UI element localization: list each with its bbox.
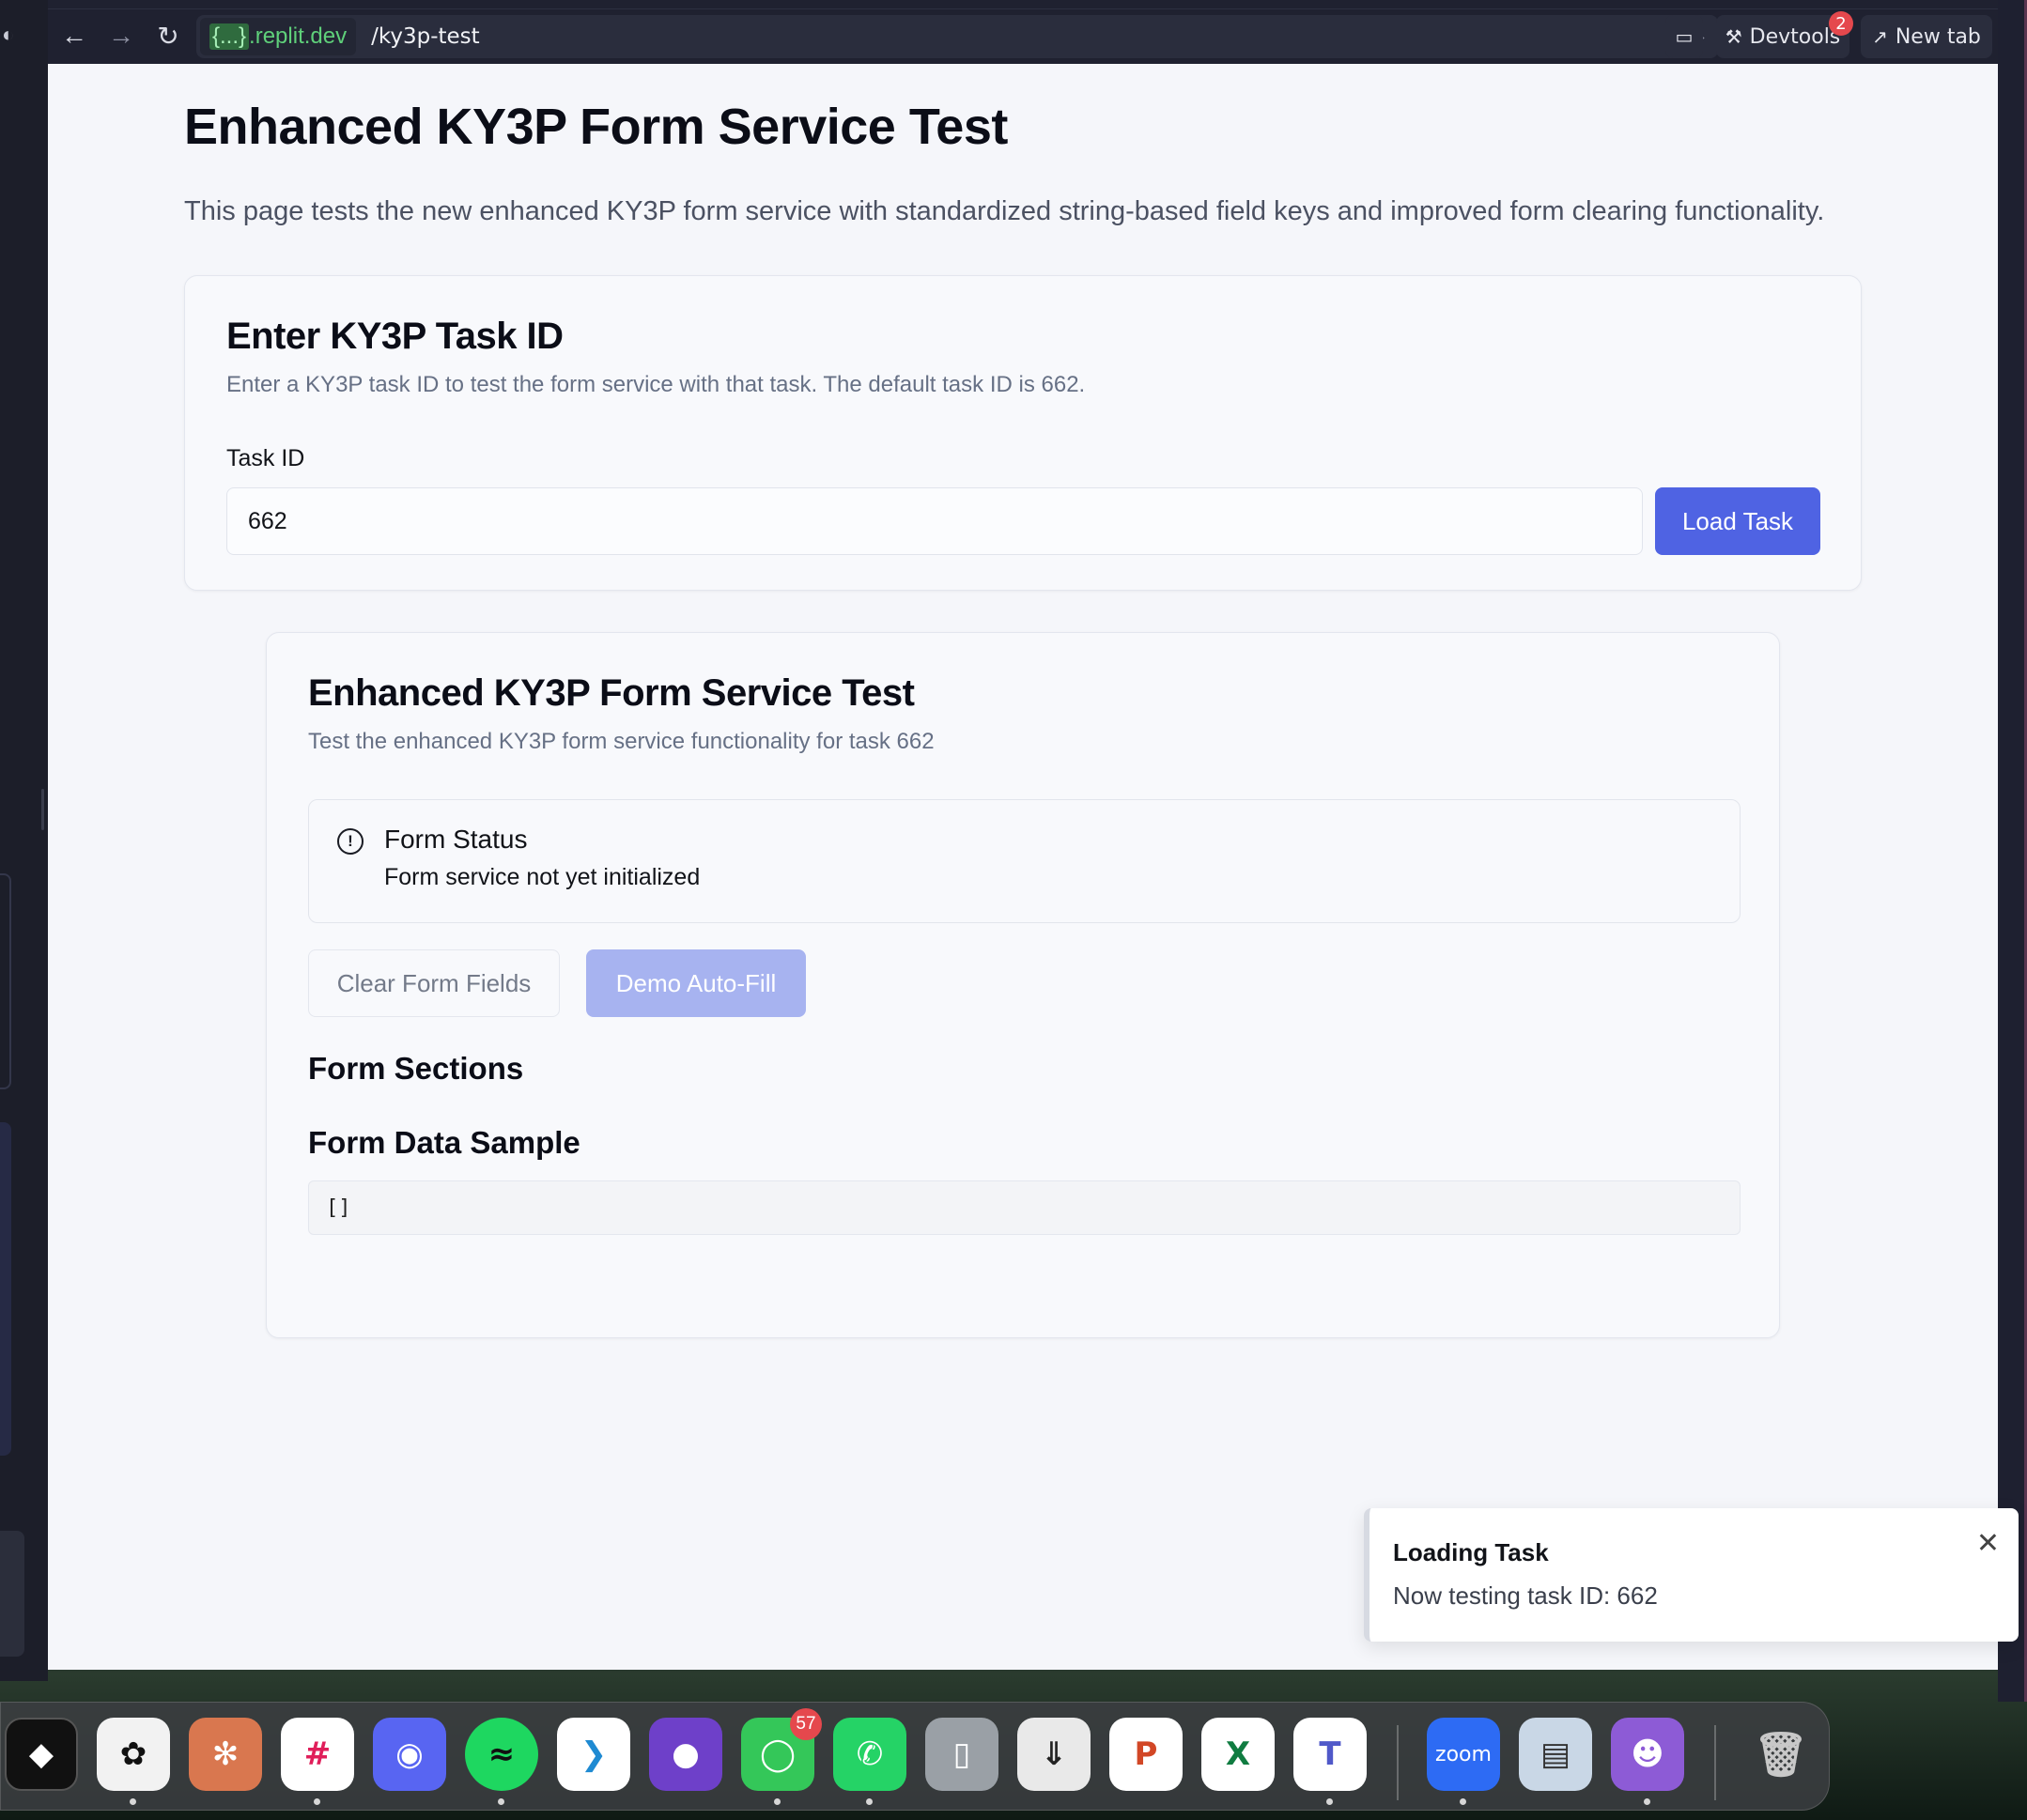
page-description: This page tests the new enhanced KY3P fo…: [184, 196, 1825, 226]
url-host: {...} .replit.dev: [200, 18, 357, 55]
url-host-brace: {...}: [209, 23, 250, 50]
resize-handle[interactable]: [41, 789, 44, 830]
arrow-left-icon: ←: [61, 21, 87, 50]
running-indicator: [130, 1798, 136, 1805]
external-link-icon: ↗: [1872, 25, 1888, 48]
side-panel: [0, 1531, 24, 1657]
task-id-label: Task ID: [226, 445, 305, 471]
dock-separator: [1714, 1725, 1716, 1800]
task-id-card: Enter KY3P Task ID Enter a KY3P task ID …: [184, 275, 1862, 591]
running-indicator: [1326, 1798, 1333, 1805]
new-tab-label: New tab: [1895, 24, 1981, 49]
excel-icon[interactable]: X: [1201, 1718, 1275, 1791]
running-indicator: [1644, 1798, 1650, 1805]
side-panel: [0, 873, 11, 1089]
vscode-icon[interactable]: ❯: [557, 1718, 630, 1791]
demo-autofill-button[interactable]: Demo Auto-Fill: [586, 949, 806, 1017]
running-indicator: [866, 1798, 873, 1805]
loading-task-toast: Loading Task Now testing task ID: 662 ✕: [1364, 1508, 2019, 1642]
test-card-subtitle: Test the enhanced KY3P form service func…: [308, 729, 935, 754]
clear-form-fields-button[interactable]: Clear Form Fields: [308, 949, 560, 1017]
devtools-button[interactable]: ⚒ Devtools 2: [1716, 11, 1853, 58]
test-card-title: Enhanced KY3P Form Service Test: [308, 672, 915, 714]
toast-message: Now testing task ID: 662: [1393, 1581, 1658, 1610]
gauge-icon: ◐: [2, 23, 15, 46]
cursor-app-icon[interactable]: ◆: [5, 1718, 78, 1791]
running-indicator: [774, 1798, 781, 1805]
device-preview-button[interactable]: ▭: [1665, 15, 1703, 58]
close-icon[interactable]: ✕: [1976, 1527, 2000, 1560]
form-data-sample-heading: Form Data Sample: [308, 1125, 580, 1160]
form-status-title: Form Status: [384, 825, 528, 854]
preview-icon[interactable]: ▤: [1519, 1718, 1592, 1791]
robot-app-icon[interactable]: ☻: [1611, 1718, 1684, 1791]
url-host-domain: .replit.dev: [249, 23, 348, 49]
messages-badge: 57: [790, 1708, 822, 1740]
zoom-label: zoom: [1435, 1742, 1492, 1766]
running-indicator: [1460, 1798, 1466, 1805]
side-panel: [0, 1122, 11, 1456]
task-id-input[interactable]: 662: [226, 487, 1643, 555]
monitor-icon: ▭: [1675, 25, 1694, 48]
reload-button[interactable]: ↻: [149, 17, 187, 54]
dock-separator: [1397, 1725, 1399, 1800]
form-data-sample-code: []: [308, 1180, 1741, 1235]
side-app-window: ◐: [0, 0, 48, 1681]
task-card-subtitle: Enter a KY3P task ID to test the form se…: [226, 372, 1086, 397]
alert-circle-icon: !: [337, 828, 364, 855]
spotify-icon[interactable]: ≈: [465, 1718, 538, 1791]
zoom-icon[interactable]: zoom: [1427, 1718, 1500, 1791]
iphone-mirroring-icon[interactable]: ▯: [925, 1718, 998, 1791]
running-indicator: [314, 1798, 320, 1805]
reload-icon: ↻: [157, 21, 179, 51]
address-bar[interactable]: {...} .replit.dev /ky3p-test →: [196, 15, 1718, 58]
forward-button[interactable]: →: [102, 17, 140, 54]
task-card-title: Enter KY3P Task ID: [226, 316, 564, 357]
url-path: /ky3p-test: [371, 24, 480, 49]
slack-icon[interactable]: #: [281, 1718, 354, 1791]
chatgpt-icon[interactable]: ✿: [97, 1718, 170, 1791]
wrench-icon: ⚒: [1725, 25, 1742, 48]
devtools-label: Devtools: [1749, 24, 1841, 49]
tab-strip: [48, 0, 1998, 9]
browser-toolbar: ← → ↻ {...} .replit.dev /ky3p-test → ▭ ⚒…: [48, 0, 1998, 64]
whatsapp-icon[interactable]: ✆: [833, 1718, 906, 1791]
form-status-alert: ! Form Status Form service not yet initi…: [308, 799, 1741, 923]
arrow-right-icon: →: [108, 21, 134, 50]
back-button[interactable]: ←: [55, 17, 93, 54]
devtools-badge: 2: [1829, 11, 1853, 36]
downloader-icon[interactable]: ⇓: [1017, 1718, 1091, 1791]
form-sections-heading: Form Sections: [308, 1051, 524, 1086]
claude-icon[interactable]: ✻: [189, 1718, 262, 1791]
page-title: Enhanced KY3P Form Service Test: [184, 99, 1008, 155]
powerpoint-icon[interactable]: P: [1109, 1718, 1183, 1791]
macos-dock: ◆ ✿ ✻ # ◉ ≈ ❯ ● ◯ 57 ✆ ▯ ⇓ P X T zoom ▤ …: [0, 1702, 1830, 1811]
discord-icon[interactable]: ◉: [373, 1718, 446, 1791]
load-task-button[interactable]: Load Task: [1655, 487, 1820, 555]
page-viewport: Enhanced KY3P Form Service Test This pag…: [48, 64, 2019, 1670]
github-desktop-icon[interactable]: ●: [649, 1718, 722, 1791]
form-status-text: Form service not yet initialized: [384, 864, 701, 890]
window-edge: [1998, 0, 2027, 1702]
form-service-test-card: Enhanced KY3P Form Service Test Test the…: [266, 632, 1780, 1338]
running-indicator: [498, 1798, 504, 1805]
toast-title: Loading Task: [1393, 1538, 1549, 1566]
new-tab-button[interactable]: ↗ New tab: [1861, 15, 1992, 58]
teams-icon[interactable]: T: [1293, 1718, 1367, 1791]
trash-icon[interactable]: 🗑: [1744, 1718, 1818, 1791]
